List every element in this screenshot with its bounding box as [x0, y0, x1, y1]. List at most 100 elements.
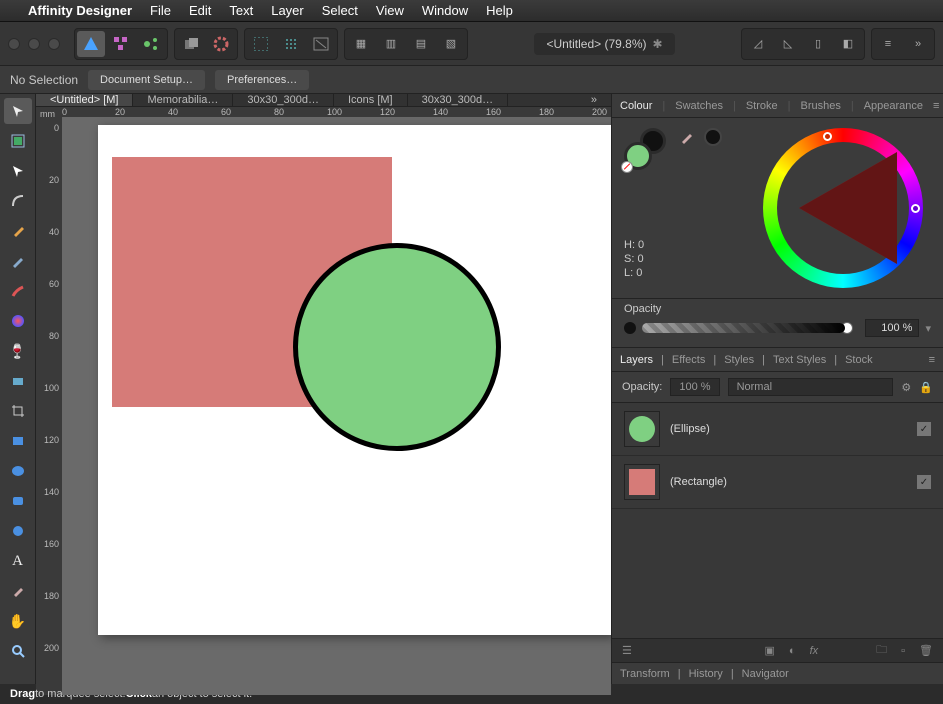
opacity-value[interactable]: 100 % — [865, 319, 919, 337]
vector-crop-tool[interactable] — [4, 398, 32, 424]
rectangle-tool[interactable] — [4, 428, 32, 454]
fx-icon[interactable]: fx — [810, 645, 819, 657]
window-close[interactable] — [8, 38, 20, 50]
tab-effects[interactable]: Effects — [672, 354, 705, 366]
node-tool[interactable] — [4, 158, 32, 184]
align4-icon[interactable]: ▧ — [437, 31, 465, 57]
document-setup-button[interactable]: Document Setup… — [88, 70, 205, 90]
brush-tool[interactable] — [4, 278, 32, 304]
menu-window[interactable]: Window — [422, 3, 468, 18]
persona-designer[interactable] — [77, 31, 105, 57]
opacity-slider[interactable] — [642, 323, 845, 333]
snap2-icon[interactable] — [277, 31, 305, 57]
fill-tool[interactable] — [4, 308, 32, 334]
adjust-icon[interactable]: ◐ — [789, 645, 796, 657]
arrange-back-icon[interactable] — [207, 31, 235, 57]
layer-gear-icon[interactable]: ⚙ — [901, 381, 911, 394]
tab-styles[interactable]: Styles — [724, 354, 754, 366]
hue-handle[interactable] — [823, 132, 832, 141]
window-min[interactable] — [28, 38, 40, 50]
mask-icon[interactable]: ▣ — [765, 644, 775, 657]
artboard-tool[interactable] — [4, 128, 32, 154]
canvas[interactable] — [62, 117, 611, 695]
ruler-horizontal[interactable]: mm 0 20 40 60 80 100 120 140 160 180 200 — [36, 107, 611, 117]
doctab-overflow-icon[interactable]: » — [577, 94, 611, 106]
doctab-2[interactable]: 30x30_300d… — [233, 94, 334, 106]
fliph-icon[interactable]: ◿ — [744, 31, 772, 57]
doctab-1[interactable]: Memorabilia… — [133, 94, 233, 106]
tab-transform[interactable]: Transform — [620, 668, 670, 680]
app-name[interactable]: Affinity Designer — [28, 3, 132, 18]
rounded-rect-tool[interactable] — [4, 488, 32, 514]
tab-appearance[interactable]: Appearance — [864, 100, 923, 112]
arrange-front-icon[interactable] — [177, 31, 205, 57]
blend-mode-select[interactable]: Normal — [728, 378, 894, 396]
layers-menu-icon[interactable]: ≡ — [929, 354, 935, 366]
ruler-vertical[interactable]: 0 20 40 60 80 100 120 140 160 180 200 — [36, 117, 62, 695]
eyedropper-well[interactable] — [704, 128, 722, 146]
layer-visible-checkbox[interactable]: ✓ — [917, 422, 931, 436]
menu-select[interactable]: Select — [322, 3, 358, 18]
snap1-icon[interactable] — [247, 31, 275, 57]
chevrons-icon[interactable]: » — [904, 31, 932, 57]
window-max[interactable] — [48, 38, 60, 50]
layer-item[interactable]: (Ellipse) ✓ — [612, 403, 943, 456]
tab-layers[interactable]: Layers — [620, 354, 653, 366]
ellipse-tool[interactable] — [4, 458, 32, 484]
corner-tool[interactable] — [4, 188, 32, 214]
shape-ellipse[interactable] — [293, 243, 501, 451]
menu-text[interactable]: Text — [229, 3, 253, 18]
text-tool[interactable]: A — [4, 548, 32, 574]
move-tool[interactable] — [4, 98, 32, 124]
tab-stock[interactable]: Stock — [845, 354, 873, 366]
colour-triangle[interactable] — [799, 152, 897, 264]
layer-visible-checkbox[interactable]: ✓ — [917, 475, 931, 489]
doctab-4[interactable]: 30x30_300d… — [408, 94, 509, 106]
pen-tool[interactable] — [4, 218, 32, 244]
menu-file[interactable]: File — [150, 3, 171, 18]
crop-tool-icon[interactable] — [4, 368, 32, 394]
rotl-icon[interactable]: ▯ — [804, 31, 832, 57]
tab-navigator[interactable]: Navigator — [742, 668, 789, 680]
zoom-tool[interactable] — [4, 638, 32, 664]
menu-edit[interactable]: Edit — [189, 3, 211, 18]
preferences-button[interactable]: Preferences… — [215, 70, 309, 90]
menu-help[interactable]: Help — [486, 3, 513, 18]
transparency-tool[interactable]: 🍷 — [4, 338, 32, 364]
colour-wheel[interactable] — [763, 128, 923, 288]
colour-picker-tool[interactable] — [4, 578, 32, 604]
tab-swatches[interactable]: Swatches — [675, 100, 723, 112]
persona-pixel[interactable] — [107, 31, 135, 57]
new-group-icon[interactable]: 🗀 — [876, 641, 887, 660]
flipv-icon[interactable]: ◺ — [774, 31, 802, 57]
layer-stack-icon[interactable]: ☰ — [622, 644, 632, 657]
delete-layer-icon[interactable]: 🗑 — [919, 644, 933, 657]
layer-item[interactable]: (Rectangle) ✓ — [612, 456, 943, 509]
more-icon[interactable]: ≡ — [874, 31, 902, 57]
opacity-dropdown-icon[interactable]: ▾ — [925, 322, 931, 335]
sv-handle[interactable] — [911, 204, 920, 213]
tab-textstyles[interactable]: Text Styles — [773, 354, 826, 366]
layer-opacity-value[interactable]: 100 % — [670, 378, 719, 396]
document-title[interactable]: <Untitled> (79.8%) ✱ — [534, 33, 674, 55]
align3-icon[interactable]: ▤ — [407, 31, 435, 57]
pencil-tool[interactable] — [4, 248, 32, 274]
eyedropper-icon[interactable] — [678, 128, 698, 148]
persona-export[interactable] — [137, 31, 165, 57]
cog-tool[interactable] — [4, 518, 32, 544]
doctab-0[interactable]: <Untitled> [M] — [36, 94, 133, 106]
rotr-icon[interactable]: ◧ — [834, 31, 862, 57]
menu-view[interactable]: View — [376, 3, 404, 18]
none-swatch-icon[interactable] — [621, 161, 633, 173]
snap3-icon[interactable] — [307, 31, 335, 57]
menu-layer[interactable]: Layer — [271, 3, 304, 18]
align1-icon[interactable]: ▦ — [347, 31, 375, 57]
doctab-3[interactable]: Icons [M] — [334, 94, 408, 106]
tab-history[interactable]: History — [689, 668, 723, 680]
hand-tool[interactable]: ✋ — [4, 608, 32, 634]
tab-stroke[interactable]: Stroke — [746, 100, 778, 112]
fill-stroke-swatch[interactable] — [624, 128, 666, 170]
new-layer-icon[interactable]: ▫ — [901, 645, 905, 657]
layer-lock-icon[interactable]: 🔒 — [919, 381, 933, 394]
tab-brushes[interactable]: Brushes — [800, 100, 840, 112]
